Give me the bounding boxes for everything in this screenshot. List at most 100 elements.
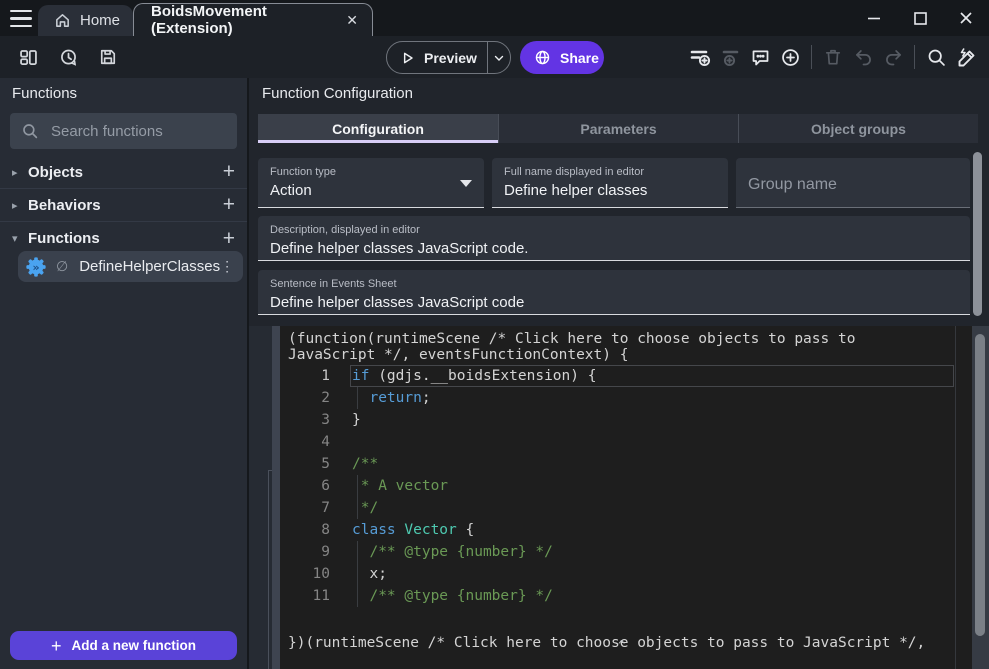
code-scrollbar-track[interactable] bbox=[972, 326, 989, 669]
search-functions-box[interactable] bbox=[10, 113, 237, 149]
line-number: 8 bbox=[280, 519, 330, 541]
code-line-4[interactable]: 4 bbox=[280, 431, 972, 453]
code-header[interactable]: (function(runtimeScene /* Click here to … bbox=[288, 331, 952, 363]
function-item-definehelperclasses[interactable]: » ∅ DefineHelperClasses ⋮ bbox=[18, 251, 243, 282]
tab-close-icon[interactable]: ✕ bbox=[346, 13, 358, 27]
function-configuration-panel: Function Configuration ConfigurationPara… bbox=[249, 78, 989, 669]
code-line-2[interactable]: 2 return; bbox=[280, 387, 972, 409]
description-field[interactable]: Description, displayed in editor Define … bbox=[258, 216, 970, 261]
line-number: 2 bbox=[280, 387, 330, 409]
code-line-6[interactable]: 6 * A vector bbox=[280, 475, 972, 497]
tree-section-behaviors[interactable]: ▸Behaviors+ bbox=[0, 189, 247, 222]
code-scrollbar-thumb[interactable] bbox=[975, 334, 985, 636]
chevron-right-icon[interactable]: ▸ bbox=[12, 199, 28, 212]
group-name-field[interactable]: Group name bbox=[736, 158, 970, 208]
code-line-9[interactable]: 9 /** @type {number} */ bbox=[280, 541, 972, 563]
function-type-value: Action bbox=[270, 182, 472, 199]
chevron-down-icon[interactable]: ▾ bbox=[12, 232, 28, 245]
add-functions-button[interactable]: + bbox=[223, 229, 235, 249]
chevron-right-icon[interactable]: ▸ bbox=[12, 166, 28, 179]
add-comment-icon[interactable] bbox=[745, 42, 775, 72]
globe-icon bbox=[534, 49, 551, 66]
tab-object-groups[interactable]: Object groups bbox=[738, 114, 978, 143]
code-footer: })(runtimeScene /* Click here to choose … bbox=[288, 603, 952, 669]
code-header-line: JavaScript */, eventsFunctionContext) { bbox=[288, 347, 952, 363]
full-name-label: Full name displayed in editor bbox=[504, 166, 716, 178]
code-line-5[interactable]: 5 /** bbox=[280, 453, 972, 475]
chevron-down-icon bbox=[460, 180, 472, 187]
full-name-field[interactable]: Full name displayed in editor Define hel… bbox=[492, 158, 728, 208]
close-button[interactable] bbox=[943, 0, 989, 36]
events-sheet: (function(runtimeScene /* Click here to … bbox=[249, 326, 989, 669]
add-objects-button[interactable]: + bbox=[223, 162, 235, 182]
tab-configuration[interactable]: Configuration bbox=[258, 114, 498, 143]
add-function-button[interactable]: + Add a new function bbox=[10, 631, 237, 660]
minimize-button[interactable] bbox=[851, 0, 897, 36]
add-subevent-icon[interactable] bbox=[715, 42, 745, 72]
share-button[interactable]: Share bbox=[520, 41, 604, 74]
line-number: 7 bbox=[280, 497, 330, 519]
function-type-select[interactable]: Function type Action bbox=[258, 158, 484, 208]
code-line-3[interactable]: 3} bbox=[280, 409, 972, 431]
expander-caret[interactable]: ^ bbox=[618, 638, 625, 652]
redo-icon[interactable] bbox=[878, 42, 908, 72]
tab-home[interactable]: Home bbox=[38, 5, 133, 36]
code-line-1[interactable]: 1if (gdjs.__boidsExtension) { bbox=[280, 365, 972, 387]
sentence-value: Define helper classes JavaScript code bbox=[270, 294, 958, 311]
event-outline bbox=[268, 470, 269, 669]
function-type-label: Function type bbox=[270, 166, 472, 178]
save-icon[interactable] bbox=[93, 42, 123, 72]
history-icon[interactable] bbox=[53, 42, 83, 72]
line-number: 9 bbox=[280, 541, 330, 563]
config-tabs: ConfigurationParametersObject groups bbox=[258, 114, 978, 143]
sentence-label: Sentence in Events Sheet bbox=[270, 278, 958, 290]
project-manager-icon[interactable] bbox=[13, 42, 43, 72]
tab-parameters[interactable]: Parameters bbox=[498, 114, 738, 143]
kebab-menu-icon[interactable]: ⋮ bbox=[220, 258, 234, 275]
event-drag-handle[interactable] bbox=[272, 326, 280, 669]
tab-home-label: Home bbox=[80, 12, 120, 29]
code-text: return; bbox=[352, 387, 954, 409]
trash-icon[interactable] bbox=[818, 42, 848, 72]
sentence-field[interactable]: Sentence in Events Sheet Define helper c… bbox=[258, 270, 970, 315]
function-gear-icon: » bbox=[25, 256, 47, 278]
add-circle-icon[interactable] bbox=[775, 42, 805, 72]
preview-button[interactable]: Preview bbox=[386, 41, 511, 74]
add-event-icon[interactable] bbox=[685, 42, 715, 72]
js-code-editor[interactable]: (function(runtimeScene /* Click here to … bbox=[280, 326, 972, 669]
code-lines: 1if (gdjs.__boidsExtension) {2 return;3}… bbox=[280, 365, 972, 607]
add-function-label: Add a new function bbox=[72, 638, 197, 653]
code-line-10[interactable]: 10 x; bbox=[280, 563, 972, 585]
svg-text:»: » bbox=[32, 260, 39, 273]
code-line-8[interactable]: 8 class Vector { bbox=[280, 519, 972, 541]
code-line-7[interactable]: 7 */ bbox=[280, 497, 972, 519]
search-icon[interactable] bbox=[921, 42, 951, 72]
undo-icon[interactable] bbox=[848, 42, 878, 72]
preview-label: Preview bbox=[424, 50, 477, 66]
toolbar: Preview Share bbox=[0, 36, 989, 78]
window-controls bbox=[851, 0, 989, 36]
code-text: } bbox=[352, 409, 954, 431]
tree-section-label: Behaviors bbox=[28, 197, 223, 214]
code-header-line: (function(runtimeScene /* Click here to … bbox=[288, 331, 952, 347]
code-text: /** @type {number} */ bbox=[352, 541, 954, 563]
config-scrollbar-thumb[interactable] bbox=[973, 152, 982, 316]
app-window: Home BoidsMovement (Extension) ✕ bbox=[0, 0, 989, 669]
search-functions-input[interactable] bbox=[51, 123, 211, 140]
line-number: 5 bbox=[280, 453, 330, 475]
group-name-placeholder: Group name bbox=[748, 176, 958, 194]
code-text: class Vector { bbox=[352, 519, 954, 541]
line-number: 10 bbox=[280, 563, 330, 585]
code-text: /** bbox=[352, 453, 954, 475]
tab-boidsmovement[interactable]: BoidsMovement (Extension) ✕ bbox=[133, 3, 373, 36]
description-value: Define helper classes JavaScript code. bbox=[270, 240, 958, 257]
main-menu-button[interactable] bbox=[10, 10, 32, 27]
line-number: 4 bbox=[280, 431, 330, 453]
edit-zap-icon[interactable] bbox=[951, 42, 981, 72]
tab-active-label: BoidsMovement (Extension) bbox=[151, 3, 346, 37]
add-behaviors-button[interactable]: + bbox=[223, 195, 235, 215]
maximize-button[interactable] bbox=[897, 0, 943, 36]
preview-dropdown-button[interactable] bbox=[488, 42, 510, 73]
tree-section-objects[interactable]: ▸Objects+ bbox=[0, 156, 247, 189]
full-name-value: Define helper classes bbox=[504, 182, 716, 199]
